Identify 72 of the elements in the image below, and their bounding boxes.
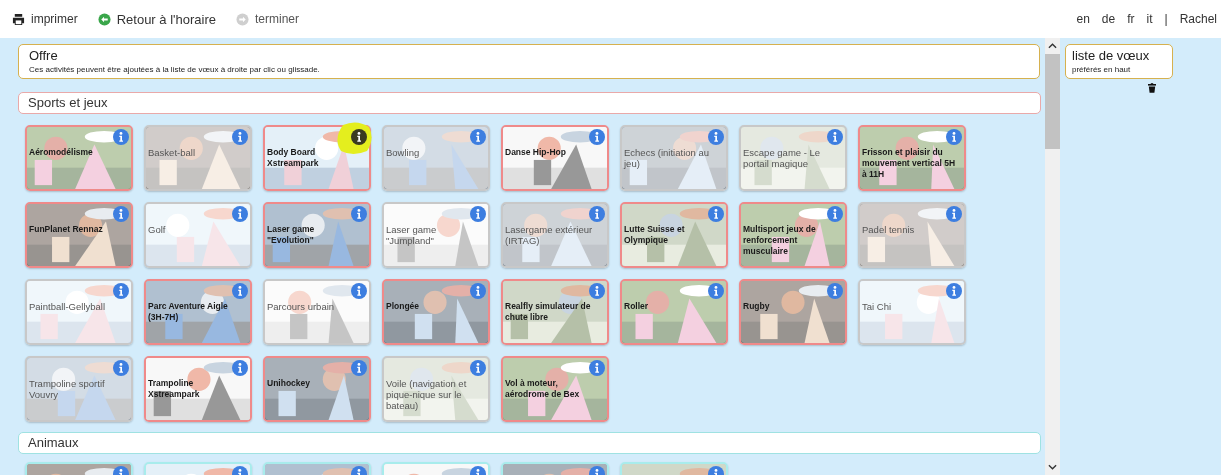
card-title: Multisport jeux de renforcement musculaire [743,224,817,257]
activity-card[interactable]: Parc Aventure Aigle (3H-7H) [144,279,252,345]
card-title: Paintball-Gellyball [29,301,106,312]
section-heading[interactable]: Animaux [18,432,1041,454]
language-link[interactable]: it [1146,12,1153,26]
activity-card[interactable]: Laser game "Evolution" [263,202,371,268]
activity-card[interactable]: Bowling [382,125,490,191]
activity-card[interactable]: Plongée [382,279,490,345]
activity-card[interactable]: Frisson et plaisir du mouvement vertical 5H à 11H [858,125,966,191]
card-title: Roller [624,301,649,312]
card-title: Body Board Xstreampark [267,147,320,169]
language-link[interactable]: en [1076,12,1090,26]
card-title: Frisson et plaisir du mouvement vertical 5H à 11H [862,147,957,180]
card-title: Tai Chi [862,301,892,312]
card-title: Plongée [386,301,420,312]
card-title: Parcours urbain [267,301,335,312]
activity-card[interactable]: Basket-ball [144,125,252,191]
card-title: Voile (navigation et pique-nique sur le bateau) [386,378,468,411]
card-title: Lutte Suisse et Olympique [624,224,686,246]
activity-card[interactable]: Multisport jeux de renforcement musculaire [739,202,847,268]
panel-title: Offre [29,48,59,63]
user-name[interactable]: Rachel [1179,12,1217,26]
activity-card[interactable]: Trampoline Xstreampark [144,356,252,422]
card-title: Basket-ball [148,147,195,158]
activity-card[interactable]: Roller [620,279,728,345]
card-title: FunPlanet Rennaz [29,224,103,235]
card-title: Aéromodélisme [29,147,93,158]
activity-card[interactable]: Tai Chi [858,279,966,345]
card-title: Echecs (initiation au jeu) [624,147,711,169]
toolbar-link[interactable]: Retour à l'horaire [97,11,216,27]
activity-card[interactable]: Golf [144,202,252,268]
card-title: Bowling [386,147,420,158]
card-title: Vol à moteur, aérodrome de Bex [505,378,581,400]
language-link[interactable]: de [1101,12,1116,26]
activity-card[interactable]: Lasergame extérieur (IRTAG) [501,202,609,268]
card-title: Unihockey [267,378,310,389]
activity-card[interactable]: Parcours urbain [263,279,371,345]
activity-card[interactable]: Laser game "Jumpland" [382,202,490,268]
language-link[interactable]: fr [1127,12,1135,26]
toolbar-link[interactable]: imprimer [12,12,78,26]
card-title: Realfly simulateur de chute libre [505,301,592,323]
card-title: Escape game - Le portail magique [743,147,822,169]
activity-card[interactable]: Lutte Suisse et Olympique [620,202,728,268]
panel-subtitle: préférés en haut [1072,65,1132,74]
activity-card[interactable]: Padel tennis [858,202,966,268]
card-title: Laser game "Evolution" [267,224,316,246]
activity-card[interactable]: Aéromodélisme [25,125,133,191]
card-title: Padel tennis [862,224,915,235]
card-title: Trampoline Xstreampark [148,378,201,400]
activity-card[interactable]: Realfly simulateur de chute libre [501,279,609,345]
card-title: Laser game "Jumpland" [386,224,438,246]
card-title: Lasergame extérieur (IRTAG) [505,224,594,246]
activity-card[interactable]: Trampoline sportif Vouvry [25,356,133,422]
activity-card[interactable]: Voile (navigation et pique-nique sur le bateau) [382,356,490,422]
card-title: Parc Aventure Aigle (3H-7H) [148,301,229,323]
separator: | [1164,12,1168,26]
card-title: Golf [148,224,166,235]
card-title: Danse Hip-Hop [505,147,566,158]
activity-card[interactable]: Paintball-Gellyball [25,279,133,345]
activity-card[interactable]: Echecs (initiation au jeu) [620,125,728,191]
card-title: Rugby [743,301,770,312]
card-title: Trampoline sportif Vouvry [29,378,106,400]
activity-card[interactable]: Vol à moteur, aérodrome de Bex [501,356,609,422]
activity-card[interactable]: Rugby [739,279,847,345]
panel-description: Ces activités peuvent être ajoutées à la liste de vœux à droite par clic ou glissade. [29,65,321,74]
activity-card[interactable]: FunPlanet Rennaz [25,202,133,268]
activity-card[interactable]: Body Board Xstreampark [263,125,371,191]
section-heading[interactable]: Sports et jeux [18,92,1041,114]
activity-card[interactable]: Unihockey [263,356,371,422]
activity-card[interactable]: Escape game - Le portail magique [739,125,847,191]
panel-title: liste de vœux [1072,48,1151,63]
activity-card[interactable]: Danse Hip-Hop [501,125,609,191]
